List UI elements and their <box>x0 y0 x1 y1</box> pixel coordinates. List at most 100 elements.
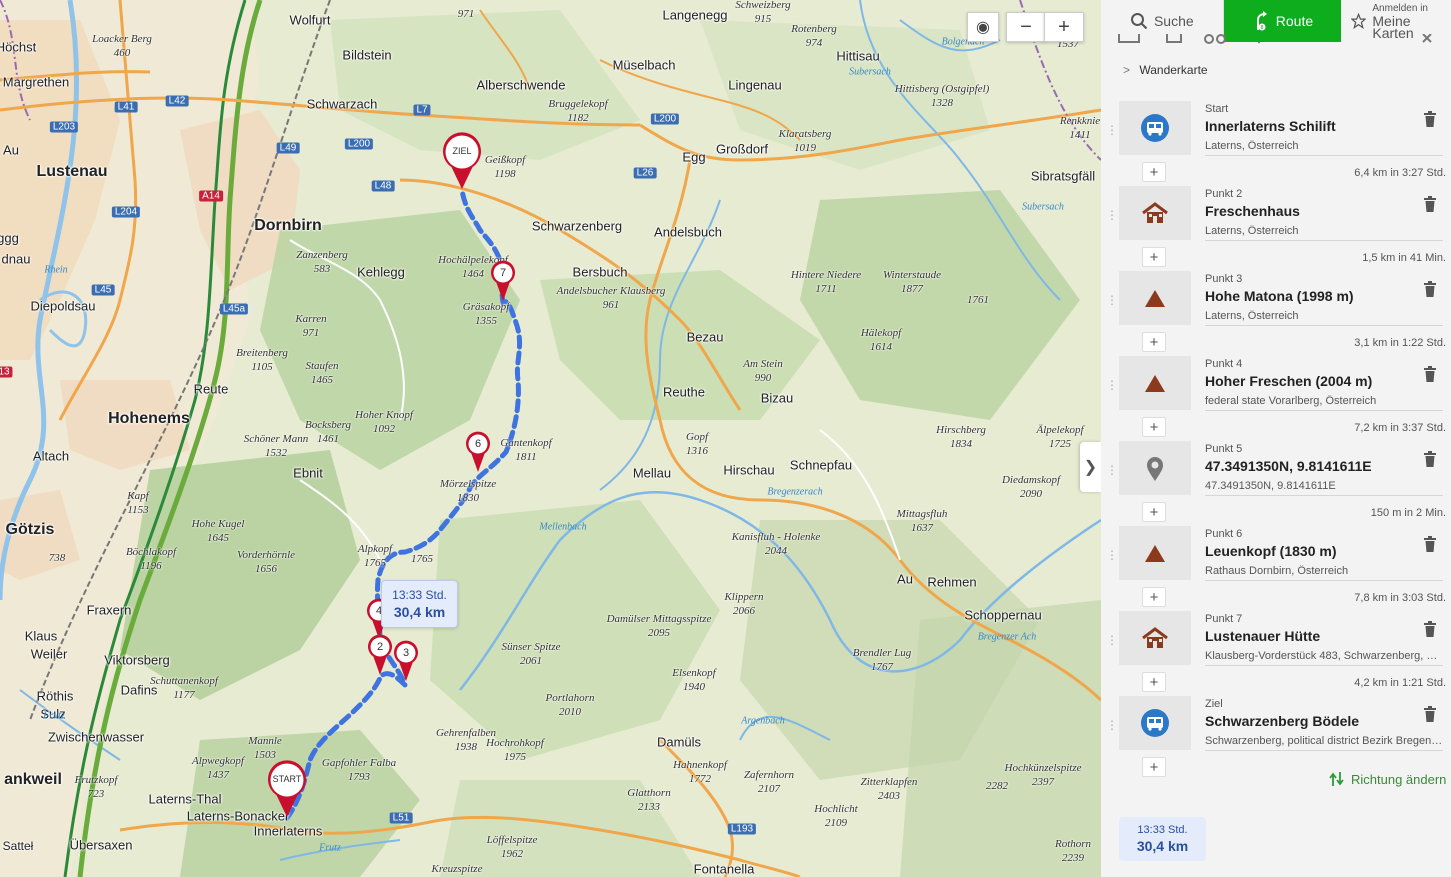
peak-elevation: 1761 <box>967 294 989 306</box>
peak-label: Sünser Spitze 2061 <box>502 640 561 668</box>
waypoint-name: Innerlaterns Schilift <box>1205 118 1336 134</box>
peak-label: Winterstaude 1877 <box>883 268 941 296</box>
star-icon <box>1351 13 1367 29</box>
trash-icon[interactable] <box>1423 621 1437 642</box>
peak-label: Hoher Knopf 1092 <box>355 408 413 436</box>
bus-profile-icon[interactable] <box>1166 34 1182 43</box>
peak-label: Geißkopf 1198 <box>485 153 525 181</box>
waypoint-row[interactable]: ⋮⋮ Punkt 4 Hoher Freschen (2004 m) federal … <box>1101 356 1451 414</box>
zoom-in-button[interactable]: + <box>1044 12 1084 42</box>
river-label: Mellenbach <box>539 521 587 533</box>
waypoint-row[interactable]: ⋮⋮ Punkt 7 Lustenauer Hütte Klausberg-Vorde… <box>1101 611 1451 669</box>
hiking-profile-icon[interactable] <box>1252 34 1266 44</box>
add-waypoint-button[interactable]: + <box>1142 417 1166 437</box>
trash-icon[interactable] <box>1423 536 1437 557</box>
peak-name: Gopf <box>686 431 708 443</box>
place-label: Viktorsberg <box>104 652 170 668</box>
waypoint-marker[interactable]: 3 <box>392 640 420 682</box>
peak-elevation: 961 <box>602 299 620 311</box>
peak-elevation: 1830 <box>456 492 479 504</box>
start-marker[interactable]: START <box>267 760 307 818</box>
peak-label: Rothorn 2239 <box>1055 837 1091 865</box>
swap-direction-icon <box>1329 772 1344 786</box>
add-waypoint-button[interactable]: + <box>1142 672 1166 692</box>
peak-label: 1761 <box>967 293 989 307</box>
peak-name: Zanzenberg <box>296 249 348 261</box>
waypoint-address: federal state Vorarlberg, Österreich <box>1205 395 1377 407</box>
peak-label: Hochkünzelspitze 2397 <box>1005 761 1082 789</box>
place-label: Bizau <box>760 390 794 406</box>
add-waypoint-button[interactable]: + <box>1142 502 1166 522</box>
waypoint-marker[interactable]: 6 <box>464 431 492 473</box>
peak-label: 1765 <box>411 552 433 566</box>
peak-label: Hintere Niedere 1711 <box>791 268 861 296</box>
map-type-selector[interactable]: > Wanderkarte <box>1123 63 1208 77</box>
place-label: Schoppernau <box>964 607 1042 623</box>
trash-icon[interactable] <box>1423 196 1437 217</box>
route-profile-toolbar <box>1101 34 1451 48</box>
add-waypoint-button[interactable]: + <box>1142 587 1166 607</box>
place-label: Bersbuch <box>572 264 628 280</box>
peak-label: Hochlicht 2109 <box>814 802 857 830</box>
waypoint-marker[interactable]: 2 <box>366 634 394 676</box>
destination-marker[interactable]: ZIEL <box>442 132 482 190</box>
change-direction-button[interactable]: Richtung ändern <box>1329 771 1446 787</box>
peak-elevation: 1975 <box>503 751 526 763</box>
peak-name: Elsenkopf <box>672 667 716 679</box>
peak-name: Frutzkopf <box>74 774 118 786</box>
peak-elevation: 1834 <box>949 438 972 450</box>
car-profile-icon[interactable] <box>1118 34 1140 43</box>
peak-elevation: 723 <box>87 788 105 800</box>
collapse-panel-button[interactable]: ❯ <box>1080 442 1101 492</box>
waypoint-row[interactable]: ⋮⋮ Start Innerlaterns Schilift Laterns, Öst… <box>1101 101 1451 159</box>
hut-icon <box>1119 186 1191 240</box>
map-view[interactable]: Wolfurt Höchst Margrethen Bildstein Schwarza… <box>0 0 1101 877</box>
trash-icon[interactable] <box>1423 111 1437 132</box>
place-label: Mellau <box>632 465 672 481</box>
trash-icon[interactable] <box>1423 281 1437 302</box>
trash-icon[interactable] <box>1423 366 1437 387</box>
bike-profile-icon[interactable] <box>1204 34 1226 44</box>
place-label: Großdorf <box>715 141 769 157</box>
place-label: Götzis <box>5 521 55 538</box>
peak-label: Glatthorn 2133 <box>627 786 670 814</box>
close-icon[interactable] <box>1422 34 1432 43</box>
add-waypoint-button[interactable]: + <box>1142 757 1166 777</box>
waypoint-row[interactable]: ⋮⋮ Punkt 3 Hohe Matona (1998 m) Laterns, Ös… <box>1101 271 1451 329</box>
waypoint-row[interactable]: ⋮⋮ Punkt 5 47.3491350N, 9.8141611E 47.34913… <box>1101 441 1451 499</box>
peak-label: Bruggelekopf 1182 <box>548 97 607 125</box>
peak-name: Damülser Mittagsspitze <box>606 613 712 625</box>
waypoint-marker[interactable]: 7 <box>489 260 517 302</box>
trash-icon[interactable] <box>1423 451 1437 472</box>
place-label: Reuthe <box>663 384 705 400</box>
peak-name: Gantenkopf <box>500 437 552 449</box>
trash-icon[interactable] <box>1423 706 1437 727</box>
peak-elevation: 1177 <box>173 689 195 701</box>
add-waypoint-button[interactable]: + <box>1142 162 1166 182</box>
add-waypoint-button[interactable]: + <box>1142 332 1166 352</box>
place-label: ggg <box>0 230 19 246</box>
road-number-label: L204 <box>111 206 141 218</box>
peak-elevation: 1637 <box>910 522 933 534</box>
river-label: Subersach <box>1022 201 1064 213</box>
waypoint-row[interactable]: ⋮⋮ Punkt 6 Leuenkopf (1830 m) Rathaus Dornb… <box>1101 526 1451 584</box>
waypoint-row[interactable]: ⋮⋮ Punkt 2 Freschenhaus Laterns, Österreich <box>1101 186 1451 244</box>
place-label: Wolfurt <box>289 12 331 28</box>
waypoint-row[interactable]: ⋮⋮ Ziel Schwarzenberg Bödele Schwarzenberg,… <box>1101 696 1451 754</box>
road-number-label: L7 <box>413 104 431 116</box>
peak-label: Gopf 1316 <box>686 430 708 458</box>
waypoint-name: Freschenhaus <box>1205 203 1300 219</box>
locate-button[interactable]: ◉ <box>967 12 999 42</box>
place-label: Andelsbuch <box>654 224 722 240</box>
waypoint-kind: Punkt 7 <box>1205 613 1243 625</box>
place-label: Zwischenwasser <box>47 729 145 745</box>
route-summary-box: 13:33 Std. 30,4 km <box>1119 817 1206 861</box>
peak-label: Andelsbucher Klausberg 961 <box>557 284 666 312</box>
river-label: Rhein <box>44 264 68 276</box>
peak-elevation: 2403 <box>877 790 900 802</box>
map-type-label: Wanderkarte <box>1139 63 1208 77</box>
zoom-out-button[interactable]: − <box>1006 12 1045 42</box>
place-label: Schwarzenberg <box>531 218 623 234</box>
add-waypoint-button[interactable]: + <box>1142 247 1166 267</box>
river-label: Frutz <box>43 710 65 722</box>
